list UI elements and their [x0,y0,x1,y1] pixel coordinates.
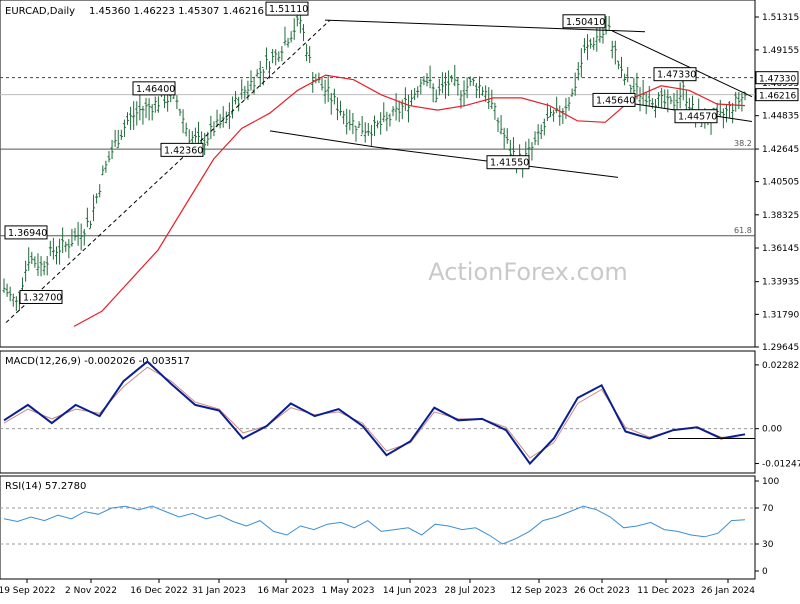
price-annotation-label: 1.41550 [490,158,529,169]
fib-level-label: 38.2 [734,139,752,148]
price-tick-label: 1.33935 [762,278,799,288]
price-tick-label: 1.31790 [762,310,799,320]
fib-level-label: 61.8 [734,226,752,235]
x-tick-label: 16 Dec 2022 [130,586,188,596]
rsi-header: RSI(14) 57.2780 [5,481,86,492]
x-tick-label: 2 Nov 2022 [65,586,117,596]
x-tick-label: 12 Sep 2023 [510,586,567,596]
x-tick-label: 31 Jan 2023 [192,586,246,596]
rsi-tick-label: 100 [762,477,779,487]
price-annotation-label: 1.36940 [8,228,47,239]
price-tick-label: 1.51315 [762,13,799,23]
rsi-tick-label: 0 [762,567,768,577]
rsi-tick-label: 30 [762,540,774,550]
price-tick-label: 1.49155 [762,46,799,56]
price-annotation-label: 1.44570 [678,112,717,123]
x-tick-label: 19 Sep 2022 [0,586,56,596]
price-annotation-label: 1.50410 [566,17,605,28]
chart-svg: ActionForex.com EURCAD,Daily 1.45360 1.4… [0,0,800,596]
x-tick-label: 26 Oct 2023 [574,586,630,596]
right-price-tag-label: 1.47330 [759,75,796,85]
macd-tick-label: 0.02282 [762,361,799,371]
price-panel-frame [0,0,756,348]
price-annotation-label: 1.47330 [657,70,696,81]
rsi-panel-frame [0,475,756,580]
symbol-header: EURCAD,Daily [5,6,75,17]
price-tick-label: 1.29645 [762,343,799,353]
macd-header: MACD(12,26,9) -0.002026 -0.003517 [5,356,190,367]
rsi-tick-label: 70 [762,504,774,514]
x-tick-label: 11 Dec 2023 [637,586,695,596]
chart-stage: ActionForex.com EURCAD,Daily 1.45360 1.4… [0,0,800,600]
macd-tick-label: 0.00 [762,425,782,435]
macd-tick-label: -0.01247 [762,460,800,470]
price-annotation-label: 1.42360 [164,145,203,156]
ohlc-header: 1.45360 1.46223 1.45307 1.46216 [89,6,264,17]
price-annotation-label: 1.46400 [136,84,175,95]
x-tick-label: 1 May 2023 [322,586,375,596]
price-tick-label: 1.42645 [762,145,799,155]
price-tick-label: 1.36145 [762,244,799,254]
x-tick-label: 14 Jun 2023 [383,586,437,596]
price-tick-label: 1.40505 [762,178,799,188]
price-annotation-label: 1.45640 [596,95,635,106]
macd-panel-frame [0,350,756,474]
x-tick-label: 28 Jul 2023 [445,586,496,596]
right-price-tag-label: 1.46216 [759,92,796,102]
price-annotation-label: 1.32700 [23,292,62,303]
x-tick-label: 16 Mar 2023 [257,586,314,596]
price-tick-label: 1.38325 [762,211,799,221]
price-tick-label: 1.44835 [762,112,799,122]
x-tick-label: 26 Jan 2024 [701,586,755,596]
price-annotation-label: 1.51110 [269,4,308,15]
watermark: ActionForex.com [428,258,628,286]
